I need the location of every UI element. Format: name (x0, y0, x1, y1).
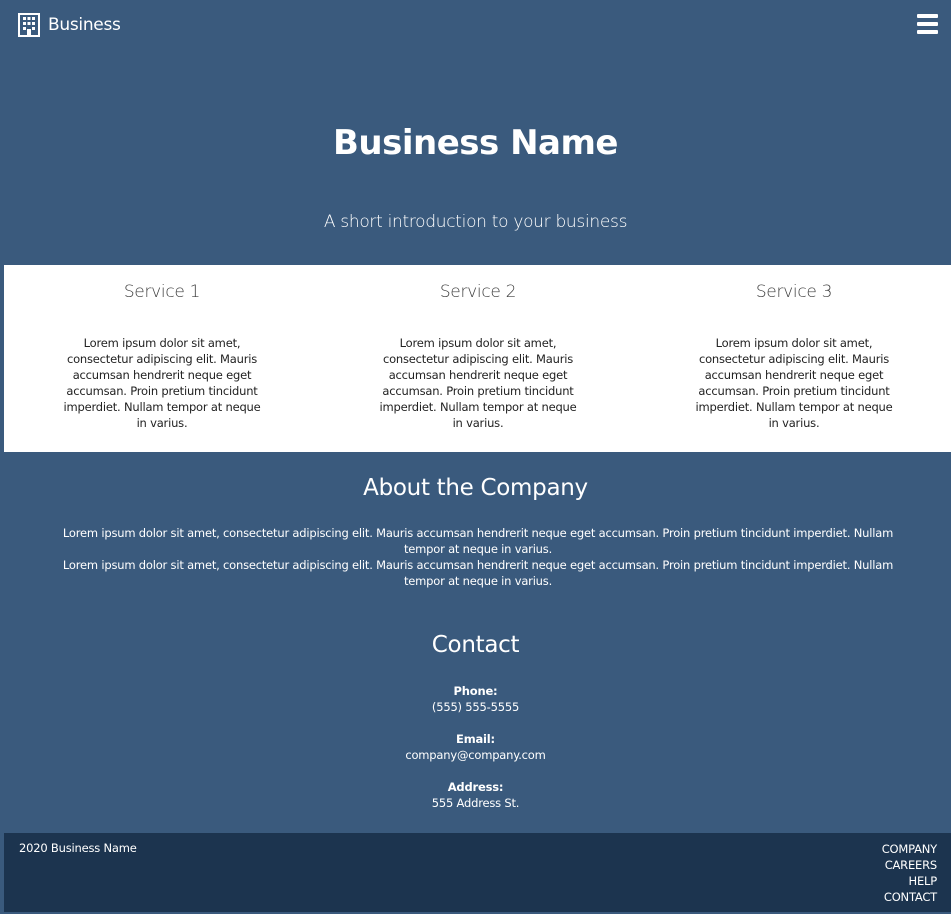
services-section: Service 1 Lorem ipsum dolor sit amet, co… (4, 265, 951, 452)
service-title: Service 1 (123, 282, 201, 302)
about-paragraph-2: Lorem ipsum dolor sit amet, consectetur … (62, 558, 894, 588)
brand-label: Business (48, 15, 121, 35)
navbar: Business (0, 0, 951, 50)
footer-copyright: 2020 Business Name (19, 841, 137, 855)
footer-link-company[interactable]: COMPANY (882, 841, 938, 857)
hero-title: Business Name (333, 123, 618, 163)
address-label: Address: (447, 780, 504, 794)
footer-link-contact[interactable]: CONTACT (882, 889, 937, 905)
footer-link-careers[interactable]: CAREERS (882, 857, 938, 873)
service-title: Service 3 (755, 282, 833, 302)
about-title: About the Company (363, 475, 588, 501)
email-value: company@company.com (405, 748, 546, 762)
service-text: Lorem ipsum dolor sit amet, consectetur … (63, 336, 261, 430)
footer: 2020 Business Name COMPANY CAREERS HELP … (4, 833, 951, 912)
footer-nav: COMPANY CAREERS HELP CONTACT (882, 841, 938, 905)
contact-email: Email: company@company.com (0, 731, 951, 763)
service-title: Service 2 (439, 282, 517, 302)
phone-value: (555) 555-5555 (431, 700, 520, 714)
brand-link[interactable]: Business (18, 12, 121, 38)
about-text: Lorem ipsum dolor sit amet, consectetur … (52, 525, 904, 589)
about-paragraph-1: Lorem ipsum dolor sit amet, consectetur … (62, 526, 894, 556)
phone-label: Phone: (453, 684, 498, 698)
contact-address: Address: 555 Address St. (0, 779, 951, 811)
service-text: Lorem ipsum dolor sit amet, consectetur … (379, 336, 577, 430)
hero-subtitle: A short introduction to your business (323, 212, 628, 232)
contact-title: Contact (431, 632, 520, 658)
service-text: Lorem ipsum dolor sit amet, consectetur … (695, 336, 893, 430)
email-label: Email: (456, 732, 495, 746)
contact-phone: Phone: (555) 555-5555 (0, 683, 951, 715)
footer-link-help[interactable]: HELP (882, 873, 938, 889)
address-value: 555 Address St. (431, 796, 520, 810)
hamburger-menu-button[interactable] (915, 12, 939, 36)
building-icon (18, 13, 40, 37)
